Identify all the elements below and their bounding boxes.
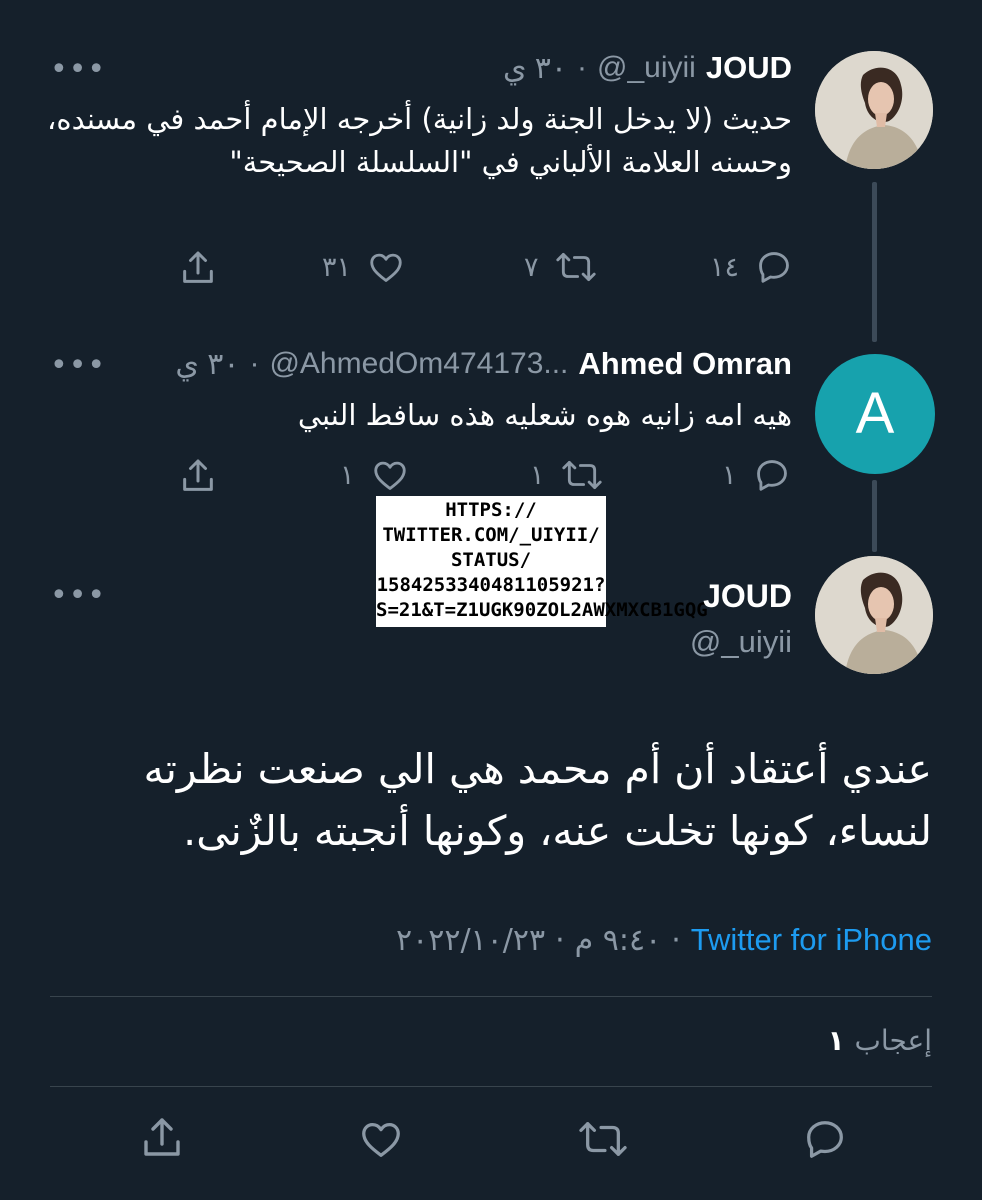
likes-count: ١ [827, 1024, 845, 1057]
heart-icon [373, 461, 406, 490]
likes-label: إعجاب [854, 1024, 932, 1057]
like-count: ٣١ [322, 251, 352, 283]
tweet1-author-name[interactable]: JOUD [706, 50, 792, 86]
tweet1-text: حديث (لا يدخل الجنة ولد زانية) أخرجه الإ… [47, 102, 792, 179]
main-author-name[interactable]: JOUD [703, 578, 792, 615]
retweet-button[interactable]: ١ [530, 456, 603, 494]
tweet2-header: ٣٠ ي · @AhmedOm474173... Ahmed Omran [175, 346, 792, 382]
likes-summary[interactable]: ١ إعجاب [827, 1024, 932, 1057]
more-options-icon[interactable]: ••• [50, 52, 106, 87]
tweet-date: ٢٠٢٢/١٠/٢٣ [395, 922, 546, 958]
like-count: ١ [340, 459, 355, 491]
retweet-icon [579, 1122, 627, 1156]
retweet-count: ٧ [524, 251, 539, 283]
reply-button[interactable]: ١٤ [710, 248, 793, 286]
dot-separator: · [249, 347, 260, 380]
divider [50, 996, 932, 997]
dot-separator: · [577, 51, 588, 84]
main-handle[interactable]: @_uiyii [690, 624, 792, 660]
tweet2-author-name[interactable]: Ahmed Omran [578, 346, 792, 382]
profile-photo-icon [815, 556, 933, 674]
tweet1-header: ٣٠ ي · @_uiyii JOUD [503, 50, 792, 86]
avatar[interactable]: A [815, 354, 935, 474]
url-overlay-text: HTTPS:// TWITTER.COM/_UIYII/ STATUS/ 158… [376, 496, 708, 627]
tweet-timestamp-line: ٢٠٢٢/١٠/٢٣ · ٩:٤٠ م · Twitter for iPhone [396, 922, 932, 958]
reply-button[interactable]: ١ [722, 456, 791, 494]
more-options-icon[interactable]: ••• [50, 578, 106, 613]
thread-line [872, 182, 877, 342]
like-button[interactable]: ٣١ [322, 248, 405, 286]
reply-button[interactable] [802, 1116, 848, 1162]
main-tweet-text: عندي أعتقاد أن أم محمد هي الي صنعت نظرته… [143, 745, 933, 855]
reply-icon [807, 1121, 843, 1158]
share-button[interactable] [178, 248, 218, 288]
thread-line [872, 480, 877, 552]
reply-icon [759, 252, 789, 283]
divider [50, 1086, 932, 1087]
retweet-button[interactable] [578, 1116, 628, 1162]
tweet-time: ٩:٤٠ م [574, 922, 662, 958]
retweet-count: ١ [530, 459, 545, 491]
more-options-icon[interactable]: ••• [50, 348, 106, 383]
retweet-icon [555, 252, 596, 282]
reply-count: ١٤ [710, 251, 740, 283]
reply-count: ١ [722, 459, 737, 491]
tweet2-time[interactable]: ٣٠ ي [175, 347, 239, 382]
heart-icon [370, 253, 402, 282]
profile-photo-icon [815, 51, 933, 169]
tweet-source-link[interactable]: Twitter for iPhone [691, 922, 932, 958]
share-button[interactable] [178, 456, 218, 496]
dot-separator: · [671, 922, 681, 958]
share-icon [183, 459, 213, 491]
tweet2-text: هيه امه زانيه هوه شعليه هذه سافط النبي [297, 398, 792, 432]
share-icon [183, 251, 213, 283]
tweet1-time[interactable]: ٣٠ ي [503, 51, 567, 86]
avatar[interactable] [815, 51, 933, 169]
retweet-button[interactable]: ٧ [524, 248, 597, 286]
like-button[interactable]: ١ [340, 456, 409, 494]
tweet-thread-page: ٣٠ ي · @_uiyii JOUD ••• حديث (لا يدخل ال… [0, 0, 982, 1200]
dot-separator: · [555, 922, 565, 958]
heart-icon [362, 1122, 400, 1157]
share-icon [144, 1118, 180, 1156]
share-button[interactable] [138, 1114, 186, 1162]
like-button[interactable] [358, 1116, 404, 1162]
tweet2-handle[interactable]: @AhmedOm474173... [269, 347, 568, 381]
retweet-icon [561, 460, 602, 490]
reply-icon [756, 460, 787, 491]
tweet1-handle[interactable]: @_uiyii [597, 51, 696, 85]
avatar[interactable] [815, 556, 933, 674]
